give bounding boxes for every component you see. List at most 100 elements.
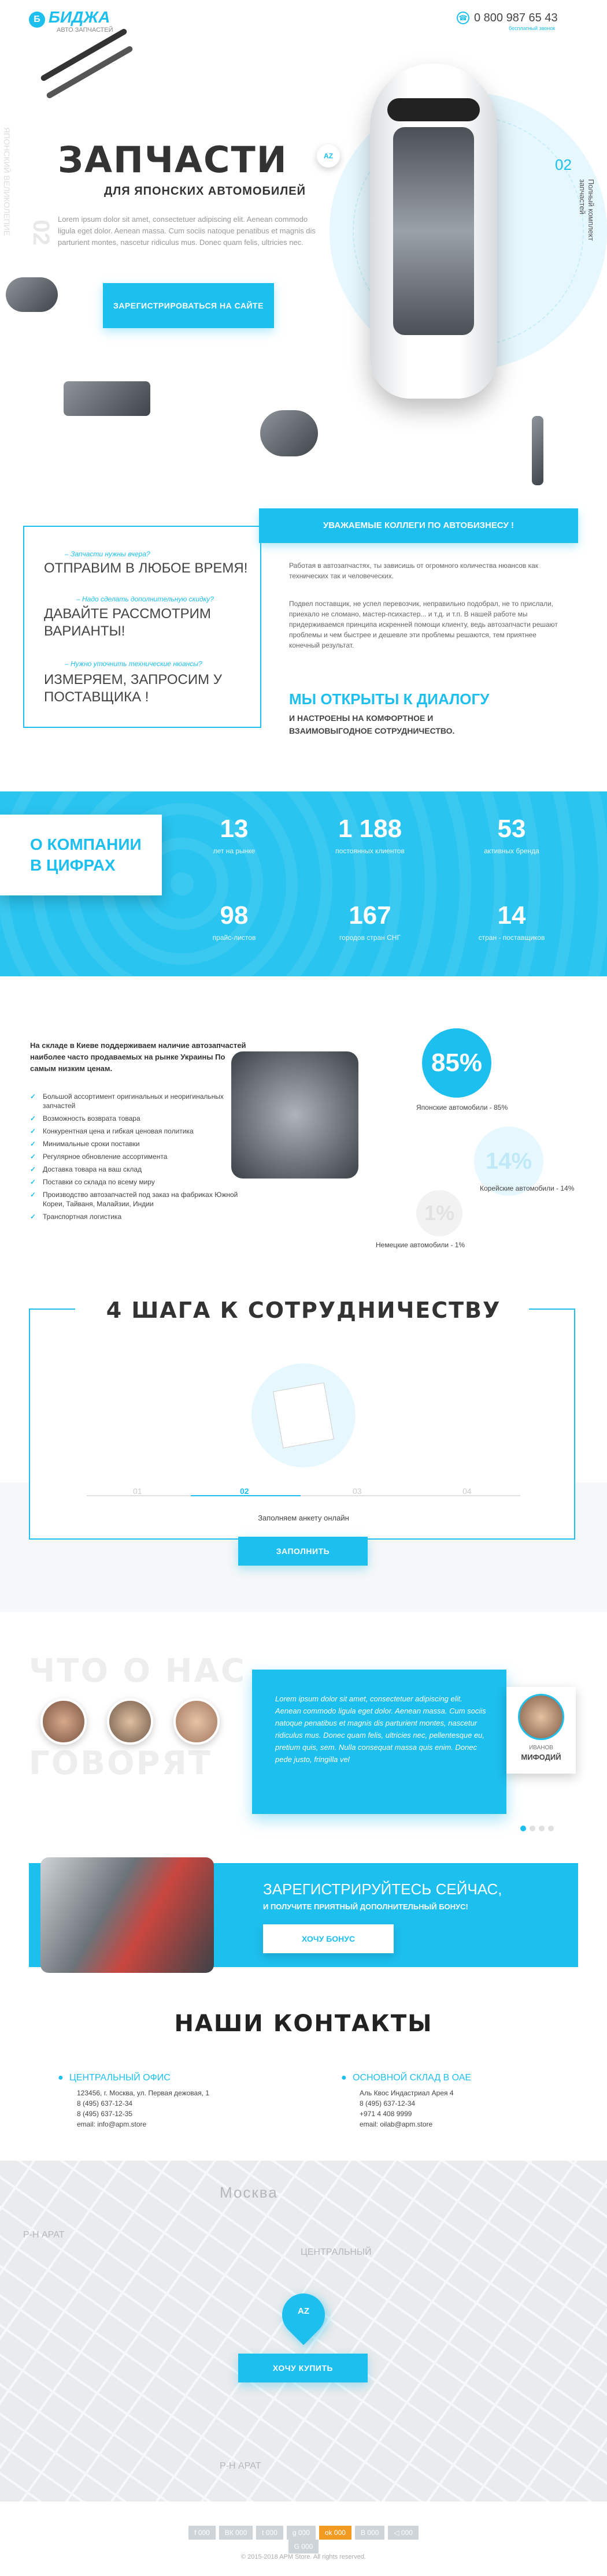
google-share-button[interactable]: G 000 <box>288 2540 319 2553</box>
avatar[interactable] <box>173 1698 220 1745</box>
reviewer-lastname: МИФОДИЙ <box>521 1753 561 1761</box>
map-district-label: Р-Н АРАТ <box>23 2230 65 2240</box>
stock-section: На складе в Киеве поддерживаем наличие а… <box>0 1017 607 1271</box>
bonus-button[interactable]: ХОЧУ БОНУС <box>263 1924 394 1953</box>
warehouse-email[interactable]: email: oilab@apm.store <box>360 2119 454 2129</box>
office-phone[interactable]: 8 (495) 637-12-35 <box>77 2109 209 2119</box>
engine-block-image <box>231 1051 358 1179</box>
percent-circle: 1% <box>416 1190 462 1236</box>
vk-share-button[interactable]: ВК 000 <box>219 2526 253 2540</box>
steps-section: 4 ШАГА К СОТРУДНИЧЕСТВУ 01 02 03 04 Запо… <box>0 1288 607 1612</box>
reviewer-firstname: ИВАНОВ <box>529 1745 553 1751</box>
faq-answer: ИЗМЕРЯЕМ, ЗАПРОСИМ У ПОСТАВЩИКА ! <box>44 672 223 705</box>
percent-circle: 85% <box>422 1028 491 1098</box>
map-district-label: Р-Н АРАТ <box>220 2461 261 2471</box>
steps-title: 4 ШАГА К СОТРУДНИЧЕСТВУ <box>106 1298 501 1323</box>
percent-label: Японские автомобили - 85% <box>416 1103 508 1112</box>
avatar[interactable] <box>40 1698 87 1745</box>
location-icon: ● <box>58 2073 64 2083</box>
warehouse-phone[interactable]: 8 (495) 637-12-34 <box>360 2098 454 2109</box>
steps-line <box>29 1309 75 1310</box>
map-pin-logo: AZ <box>298 2306 309 2316</box>
map-city-label: Москва <box>220 2184 278 2201</box>
step-caption: Заполняем анкету онлайн <box>258 1514 349 1522</box>
contacts-section: НАШИ КОНТАКТЫ ● ЦЕНТРАЛЬНЫЙ ОФИС 123456,… <box>0 1987 607 2172</box>
colleagues-p2: Подвел поставщик, не успел перевозчик, н… <box>289 600 558 649</box>
shock-image <box>532 416 543 485</box>
warehouse-address: Аль Квос Индастриал Арея 4 <box>360 2089 454 2097</box>
stock-intro: На складе в Киеве поддерживаем наличие а… <box>30 1041 246 1073</box>
belt-image <box>6 277 58 312</box>
faq-answer: ОТПРАВИМ В ЛЮБОЕ ВРЕМЯ! <box>44 560 248 576</box>
warehouse-phone[interactable]: +971 4 408 9999 <box>360 2109 454 2119</box>
office-title: ЦЕНТРАЛЬНЫЙ ОФИС <box>69 2073 171 2083</box>
hero-subtitle: ДЛЯ ЯПОНСКИХ АВТОМОБИЛЕЙ <box>104 185 306 198</box>
gplus-share-button[interactable]: g 000 <box>286 2526 316 2540</box>
step-number[interactable]: 03 <box>353 1486 362 1496</box>
copyright: © 2015-2018 APM Store. All rights reserv… <box>241 2553 366 2560</box>
faq-question: – Нужно уточнить технические нюансы? <box>65 660 202 668</box>
percent-label: Немецкие автомобили - 1% <box>376 1241 465 1249</box>
map[interactable]: Москва Р-Н АРАТ ЦЕНТРАЛЬНЫЙ Р-Н АРАТ AZ … <box>0 2161 607 2501</box>
telegram-share-button[interactable]: ◁ 000 <box>388 2526 419 2540</box>
step-number[interactable]: 01 <box>133 1486 142 1496</box>
blogger-share-button[interactable]: B 000 <box>354 2526 385 2540</box>
car-image <box>370 64 497 399</box>
twitter-share-button[interactable]: t 000 <box>256 2526 283 2540</box>
facebook-share-button[interactable]: f 000 <box>188 2526 216 2540</box>
about-title: О КОМПАНИИ В ЦИФРАХ <box>30 835 142 874</box>
register-sub: И ПОЛУЧИТЕ ПРИЯТНЫЙ ДОПОЛНИТЕЛЬНЫЙ БОНУС… <box>263 1902 468 1911</box>
office-email[interactable]: email: info@apm.store <box>77 2119 209 2129</box>
hero-right-text: Полный комплект запчастей <box>578 179 595 241</box>
avatar[interactable] <box>107 1698 153 1745</box>
colleagues-p1: Работая в автозапчастях, ты зависишь от … <box>289 562 539 580</box>
steps-circle <box>251 1363 356 1467</box>
step-number[interactable]: 02 <box>240 1486 249 1496</box>
hero: ЯПОНСКИЙ ВЕЛИКОЛЕПИЕ 02 ЗАПЧАСТИ ДЛЯ ЯПО… <box>0 28 607 485</box>
faq-box: – Запчасти нужны вчера? ОТПРАВИМ В ЛЮБОЕ… <box>23 526 261 728</box>
stat-item: 167 городов стран СНГ <box>339 901 401 942</box>
hero-right-num: 02 <box>555 156 572 173</box>
stock-list: Большой ассортимент оригинальных и неори… <box>30 1092 250 1225</box>
faq-answer: ДАВАЙТЕ РАССМОТРИМ ВАРИАНТЫ! <box>44 606 211 639</box>
step-number[interactable]: 04 <box>462 1486 472 1496</box>
stat-item: 53 активных бренда <box>484 815 539 855</box>
list-item: Возможность возврата товара <box>30 1114 250 1123</box>
stat-item: 98 прайс-листов <box>212 901 256 942</box>
list-item: Минимальные сроки поставки <box>30 1139 250 1148</box>
office-address: 123456, г. Москва, ул. Первая дежовая, 1 <box>77 2089 210 2097</box>
register-banner: ЗАРЕГИСТРИРУЙТЕСЬ СЕЙЧАС, И ПОЛУЧИТЕ ПРИ… <box>29 1857 578 1973</box>
reviews-section: ЧТО О НАС ГОВОРЯТ Lorem ipsum dolor sit … <box>0 1629 607 1849</box>
footer: f 000 ВК 000 t 000 g 000 ok 000 B 000 ◁ 000 G 0… <box>0 2501 607 2576</box>
percent-label: Корейские автомобили - 14% <box>480 1184 575 1192</box>
list-item: Доставка товара на ваш склад <box>30 1165 250 1174</box>
office-phone[interactable]: 8 (495) 637-12-34 <box>77 2098 209 2109</box>
warehouse-title: ОСНОВНОЙ СКЛАД В ОАЕ <box>353 2073 472 2083</box>
logo-icon[interactable]: Б <box>29 12 45 28</box>
stat-item: 14 стран - поставщиков <box>478 901 545 942</box>
windshield <box>387 98 480 121</box>
open-dialog-title: МЫ ОТКРЫТЫ К ДИАЛОГУ <box>289 690 490 708</box>
hero-side-num: 02 <box>28 220 54 246</box>
buy-button[interactable]: ХОЧУ КУПИТЬ <box>238 2354 368 2382</box>
slider-dot[interactable] <box>520 1826 526 1831</box>
slider-dot[interactable] <box>530 1826 535 1831</box>
reviewer-avatar <box>518 1694 564 1740</box>
warehouse-details: Аль Квос Индастриал Арея 4 8 (495) 637-1… <box>360 2088 454 2129</box>
hero-title: ЗАПЧАСТИ <box>58 139 288 181</box>
list-item: Большой ассортимент оригинальных и неори… <box>30 1092 250 1110</box>
brand-name[interactable]: БИДЖА <box>49 8 110 27</box>
slider-dot[interactable] <box>548 1826 554 1831</box>
office-details: 123456, г. Москва, ул. Первая дежовая, 1… <box>77 2088 209 2129</box>
list-item: Регулярное обновление ассортимента <box>30 1152 250 1161</box>
parts-image <box>40 1857 214 1973</box>
faq-question: – Надо сделать дополнительную скидку? <box>76 595 214 603</box>
about-title-box: О КОМПАНИИ В ЦИФРАХ <box>0 815 162 895</box>
fill-form-button[interactable]: ЗАПОЛНИТЬ <box>238 1537 368 1566</box>
ok-share-button[interactable]: ok 000 <box>319 2526 351 2540</box>
review-card: Lorem ipsum dolor sit amet, consectetuer… <box>252 1670 506 1814</box>
phone-number[interactable]: 0 800 987 65 43 <box>474 12 558 25</box>
reviewer-card: ИВАНОВ МИФОДИЙ <box>506 1687 576 1774</box>
slider-dot[interactable] <box>539 1826 545 1831</box>
register-button[interactable]: ЗАРЕГИСТРИРОВАТЬСЯ НА САЙТЕ <box>103 283 274 328</box>
